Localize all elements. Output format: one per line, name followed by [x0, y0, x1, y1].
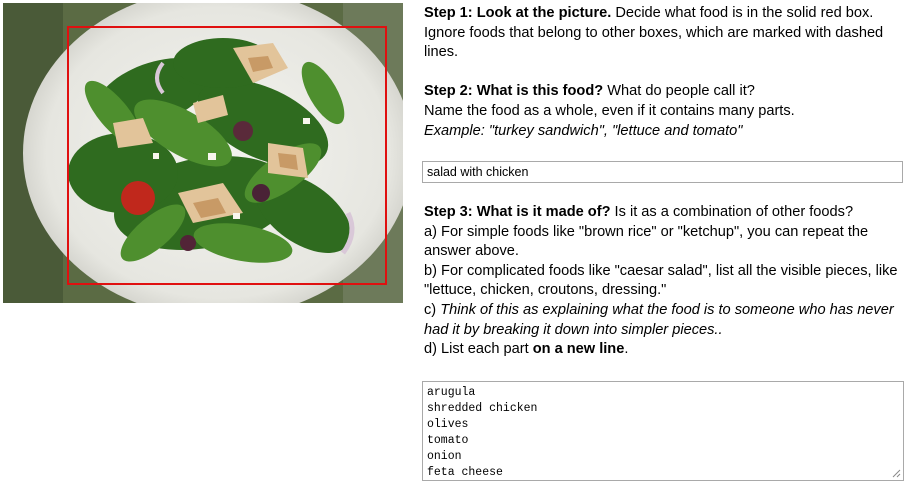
step3-item-d-bold: on a new line [532, 341, 625, 358]
resize-grip-icon[interactable] [891, 468, 901, 478]
step3-item-c-italic: Think of this as explaining what the foo… [424, 301, 894, 338]
step3-item-c: c) Think of this as explaining what the … [424, 301, 894, 338]
step2-paragraph: Step 2: What is this food? What do peopl… [424, 82, 906, 102]
instructions-panel: Step 1: Look at the picture. Decide what… [424, 4, 906, 141]
food-photo [3, 3, 403, 303]
step2-title: Step 2: What is this food? [424, 83, 604, 100]
ingredients-textarea[interactable]: arugula shredded chicken olives tomato o… [422, 381, 904, 481]
step3-paragraph: Step 3: What is it made of? Is it as a c… [424, 203, 906, 223]
step3-item-d: d) List each part on a new line. [424, 341, 629, 358]
step2-example: Example: "turkey sandwich", "lettuce and… [424, 122, 743, 139]
ingredients-text: arugula shredded chicken olives tomato o… [427, 386, 538, 479]
step3-item-a: a) For simple foods like "brown rice" or… [424, 223, 869, 260]
food-name-input[interactable] [422, 161, 903, 183]
step2-line2: Name the food as a whole, even if it con… [424, 102, 795, 119]
step3-title: Step 3: What is it made of? [424, 204, 611, 220]
red-bounding-box [67, 26, 387, 285]
step1-title: Step 1: Look at the picture. [424, 5, 612, 21]
step2-text: What do people call it? [603, 83, 755, 100]
step1-paragraph: Step 1: Look at the picture. Decide what… [424, 4, 906, 63]
step3-item-b: b) For complicated foods like "caesar sa… [424, 262, 898, 299]
step3-section: Step 3: What is it made of? Is it as a c… [424, 203, 906, 360]
step3-text: Is it as a combination of other foods? [610, 204, 854, 220]
